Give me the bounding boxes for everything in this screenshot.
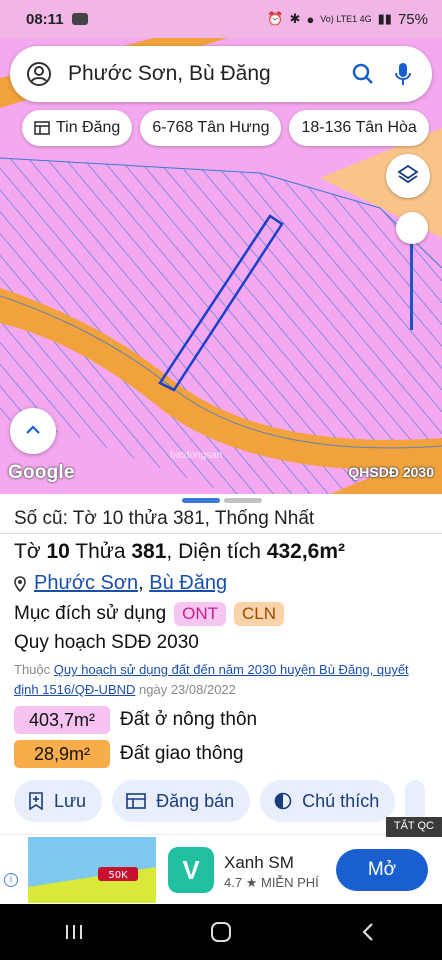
filter-chips: Tin Đăng 6-768 Tân Hưng 18-136 Tân Hòa [22,110,429,146]
search-bar[interactable]: Phước Sơn, Bù Đăng [10,46,432,102]
location-pin-icon [14,575,26,592]
star-icon: ★ [245,875,258,890]
area-row: 28,9m² Đất giao thông [14,740,244,768]
ad-banner[interactable]: TẮT QC i 50K V Xanh SM 4.7 ★ MIỄN PHÍ Mở [0,817,442,904]
land-use-purpose: Mục đích sử dụng ONT CLN [14,602,285,626]
battery-percent: 75% [397,10,428,28]
chip-label: 18-136 Tân Hòa [301,119,417,136]
search-query[interactable]: Phước Sơn, Bù Đăng [68,62,350,86]
plan-title: Quy hoạch SDĐ 2030 [14,632,199,653]
app-price: MIỄN PHÍ [260,875,319,890]
commune-link[interactable]: Phước Sơn [34,572,138,595]
account-icon[interactable] [26,61,52,87]
save-label: Lưu [54,790,87,811]
parcel-location: Phước Sơn, Bù Đăng [14,572,227,595]
status-indicators: ⏰ ✱ ● Vo) LTE1 4G ▮▮ 75% [267,11,428,28]
legend-label: Chú thích [302,790,380,811]
ad-info-icon[interactable]: i [4,873,18,887]
layers-icon [397,163,419,190]
more-action-button[interactable] [405,780,426,822]
alarm-icon: ⏰ [267,11,284,26]
area-value: 432,6m² [266,540,346,563]
contrast-icon [274,792,292,810]
chip-parcel-tan-hoa[interactable]: 18-136 Tân Hòa [289,110,429,146]
panel-page-indicator-active[interactable] [182,498,220,503]
recent-apps-button[interactable] [44,912,104,952]
open-app-button[interactable]: Mở [336,849,428,891]
divider [0,533,442,534]
parcel-info-panel: Số cũ: Tờ 10 thửa 381, Thống Nhất Tờ 10 … [0,494,442,834]
bookmark-add-icon [28,792,44,810]
app-logo: V [168,847,214,893]
google-logo: Google [8,462,75,483]
location-icon: ● [306,11,315,27]
app-name: Xanh SM [224,853,294,872]
ad-banner-text: 50K [108,870,128,881]
back-icon [362,923,374,941]
chip-tin-dang[interactable]: Tin Đăng [22,110,133,146]
area-type-label: Đất ở nông thôn [120,709,258,730]
ad-image[interactable]: 50K [28,837,156,903]
listing-icon [126,793,146,809]
sheet-number: 10 [46,540,70,563]
area-value-box: 403,7m² [14,706,110,734]
area-row: 403,7m² Đất ở nông thôn [14,706,257,734]
signal-icon: ▮▮ [377,11,392,26]
map-canvas [0,38,442,494]
layers-button[interactable] [386,154,430,198]
area-value-box: 28,9m² [14,740,110,768]
network-label: Vo) LTE1 4G [320,14,372,24]
chip-parcel-tan-hung[interactable]: 6-768 Tân Hưng [140,110,282,146]
plan-note: Thuộc Quy hoạch sử dụng đất đến năm 2030… [14,660,434,700]
bluetooth-icon: ✱ [289,11,301,26]
home-icon [210,922,231,942]
search-icon[interactable] [350,61,376,87]
chip-label: Tin Đăng [56,119,121,136]
area-label: Diện tích [178,540,261,563]
expand-up-button[interactable] [10,408,56,454]
map-view[interactable]: Phước Sơn, Bù Đăng Tin Đăng 6-768 Tân Hư… [0,38,442,494]
app-meta: 4.7 ★ MIỄN PHÍ [224,875,319,891]
parcel-summary: Tờ 10 Thửa 381, Diện tích 432,6m² [14,540,346,563]
legend-button[interactable]: Chú thích [260,780,396,822]
lot-label: Thửa [75,540,126,563]
lot-number: 381 [131,540,167,563]
area-type-label: Đất giao thông [120,743,244,764]
youtube-notification-icon [71,13,88,25]
action-buttons: Lưu Đăng bán Chú thích [14,780,426,822]
listing-icon [34,121,50,135]
app-rating: 4.7 [224,875,243,890]
note-date: ngày 23/08/2022 [139,682,236,697]
watermark: batdongsan [170,450,223,461]
system-nav-bar [0,904,442,960]
sheet-label: Tờ [14,540,41,563]
recent-apps-icon [65,925,82,939]
back-button[interactable] [338,912,398,952]
microphone-icon[interactable] [390,61,416,87]
status-bar: 08:11 ⏰ ✱ ● Vo) LTE1 4G ▮▮ 75% [0,0,442,38]
overlay-label: QHSDĐ 2030 [348,464,434,480]
district-link[interactable]: Bù Đăng [149,572,227,595]
purpose-label: Mục đích sử dụng [14,603,167,624]
chip-label: 6-768 Tân Hưng [152,119,270,136]
post-for-sale-button[interactable]: Đăng bán [112,780,251,822]
save-button[interactable]: Lưu [14,780,103,822]
old-parcel-info: Số cũ: Tờ 10 thửa 381, Thống Nhất [14,508,315,529]
opacity-slider-handle[interactable] [396,212,428,244]
post-label: Đăng bán [156,790,235,811]
purpose-tag-cln: CLN [234,602,285,626]
purpose-tag-ont: ONT [174,602,227,626]
note-prefix: Thuộc [14,662,51,677]
chevron-up-icon [25,422,41,440]
home-button[interactable] [191,912,251,952]
status-time: 08:11 [26,10,64,28]
close-ad-button[interactable]: TẮT QC [385,817,442,837]
panel-page-indicator[interactable] [224,498,262,503]
